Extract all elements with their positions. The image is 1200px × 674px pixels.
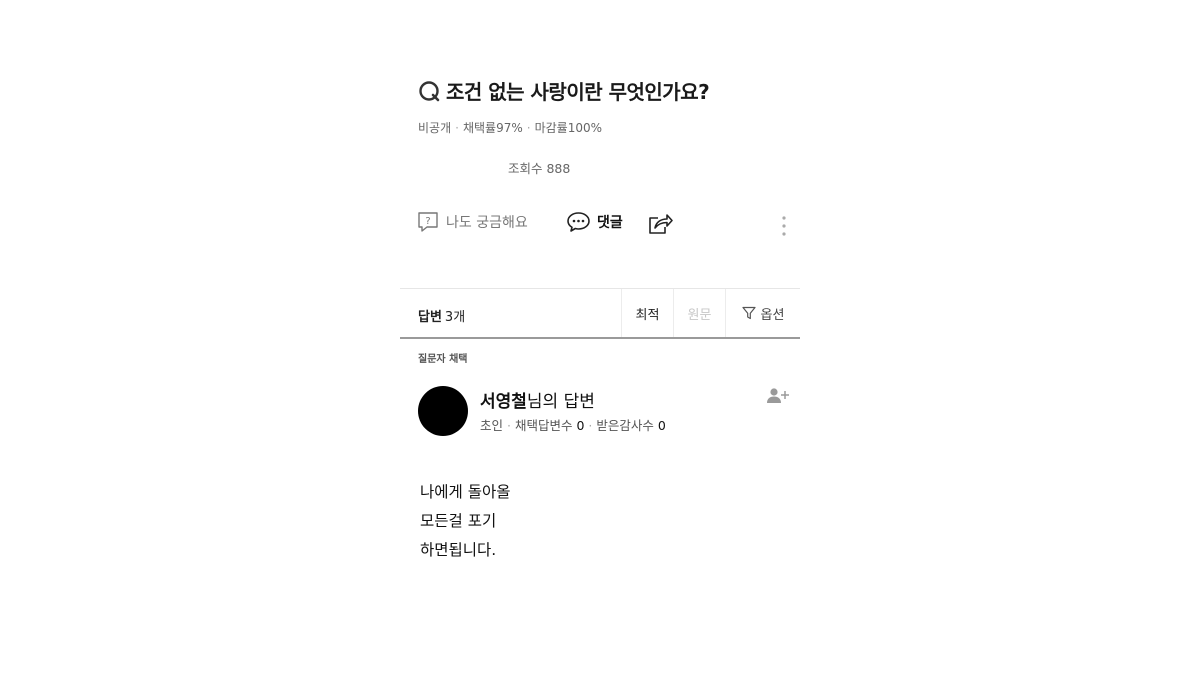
thanks-count: 0	[657, 418, 666, 433]
answer-count: 답변 3개	[418, 306, 465, 325]
speech-bubble-icon	[567, 212, 590, 232]
follow-button[interactable]	[766, 387, 790, 409]
thanks-label: 받은감사수	[596, 418, 654, 433]
answer-line: 나에게 돌아올	[420, 483, 511, 501]
author-meta: 초인 · 채택답변수 0 · 받은감사수 0	[480, 418, 666, 433]
comment-button[interactable]: 댓글	[566, 210, 623, 234]
answers-header: 답변 3개 최적 원문 옵션	[400, 289, 800, 339]
adoption-rate-text: 채택률97%	[462, 121, 523, 135]
question-actions: ? 나도 궁금해요 댓글	[416, 210, 800, 244]
svg-text:?: ?	[425, 216, 430, 227]
filter-icon	[741, 306, 756, 320]
add-user-icon	[767, 388, 789, 403]
curious-label: 나도 궁금해요	[446, 215, 528, 231]
answer-line: 모든걸 포기	[420, 512, 497, 530]
answer-body: 나에게 돌아올 모든걸 포기 하면됩니다.	[420, 478, 511, 565]
question-meta: 비공개 · 채택률97% · 마감률100%	[418, 121, 603, 135]
answer-count-label: 답변	[418, 310, 442, 325]
chosen-answer-badge: 질문자 채택	[418, 354, 468, 365]
question-q-icon	[419, 80, 440, 101]
answer-line: 하면됩니다.	[420, 541, 497, 559]
answer-count-number: 3개	[444, 310, 466, 325]
options-button[interactable]: 옵션	[725, 289, 800, 337]
avatar[interactable]	[418, 386, 468, 436]
question-title: 조건 없는 사랑이란 무엇인가요?	[446, 80, 710, 104]
tab-recent[interactable]: 최적	[621, 289, 673, 337]
tab-recent-label: 최적	[635, 307, 660, 323]
author-suffix: 님의 답변	[526, 392, 595, 412]
view-count: 조회수 888	[508, 161, 571, 176]
share-button[interactable]	[646, 210, 674, 236]
tab-original[interactable]: 원문	[673, 289, 725, 337]
question-panel: 조건 없는 사랑이란 무엇인가요? 비공개 · 채택률97% · 마감률100% 조회수…	[400, 0, 800, 674]
answer-author: 서영철님의 답변	[480, 387, 595, 412]
tab-original-label: 원문	[687, 307, 712, 323]
options-label: 옵션	[760, 307, 785, 323]
closing-rate-text: 마감률100%	[534, 121, 603, 135]
question-box-icon: ?	[418, 212, 438, 232]
author-name[interactable]: 서영철	[480, 392, 527, 412]
author-level: 초인	[480, 418, 504, 433]
curious-button[interactable]: ? 나도 궁금해요	[416, 210, 528, 234]
adopted-count: 0	[576, 418, 585, 433]
adopted-label: 채택답변수	[514, 418, 573, 433]
more-vertical-icon	[782, 216, 786, 236]
share-icon	[649, 214, 673, 234]
question-title-row: 조건 없는 사랑이란 무엇인가요?	[418, 76, 710, 105]
comment-label: 댓글	[597, 215, 623, 231]
visibility-text: 비공개	[418, 121, 452, 135]
more-button[interactable]	[780, 214, 788, 238]
